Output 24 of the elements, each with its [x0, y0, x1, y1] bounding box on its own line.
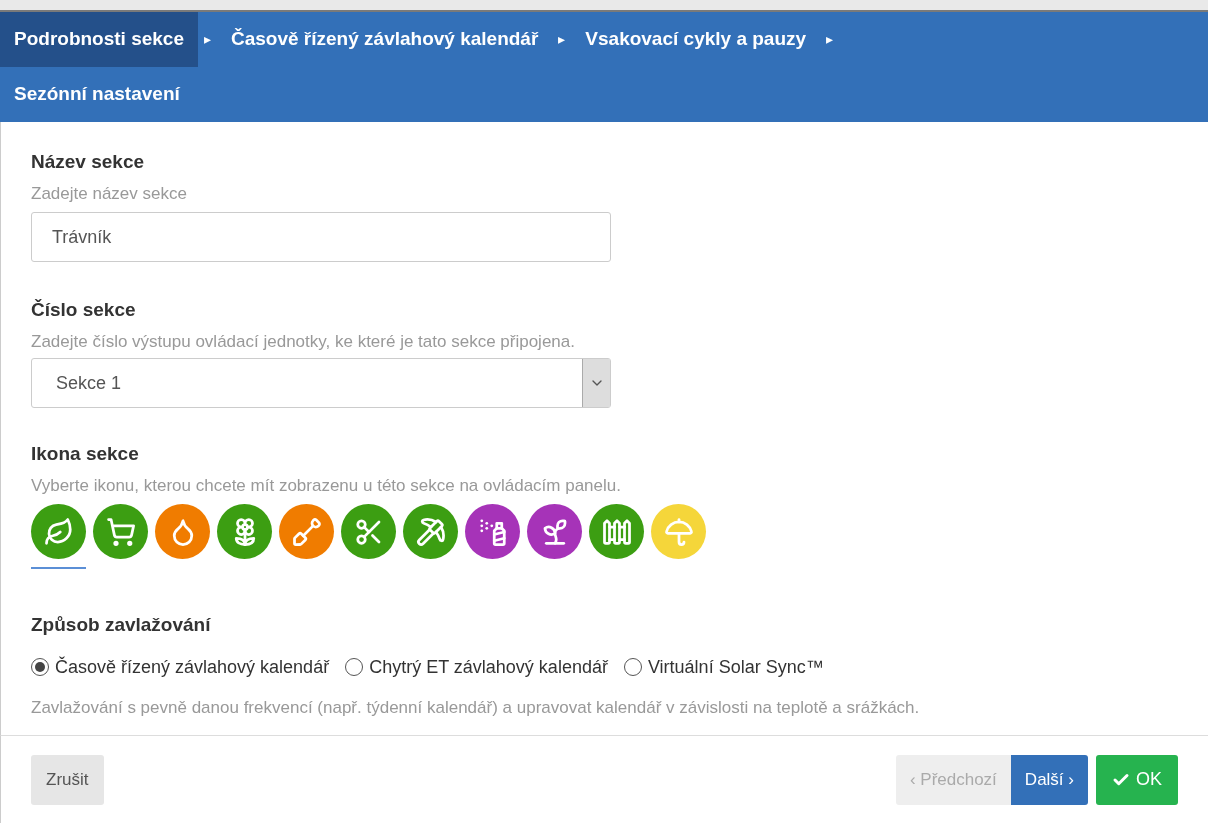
step-tab[interactable]: Sezónní nastavení: [0, 67, 194, 122]
step-arrow: ▸: [557, 30, 567, 49]
field-label: Ikona sekce: [31, 442, 140, 466]
step-arrow: ▸: [203, 30, 212, 49]
help-text: Zadejte název sekce: [31, 182, 188, 205]
chevron-down-icon: [582, 359, 610, 407]
name-input-field[interactable]: Trávník: [31, 212, 611, 262]
step-tab[interactable]: Vsakovací cykly a pauzy: [571, 12, 821, 67]
radio-option[interactable]: Virtuální Solar Sync™: [623, 653, 824, 681]
radio-option[interactable]: Chytrý ET závlahový kalendář: [345, 653, 608, 681]
icon-option[interactable]: [31, 504, 86, 569]
cancel-button[interactable]: Zrušit: [31, 754, 104, 805]
radio-option[interactable]: Časově řízený závlahový kalendář: [31, 653, 330, 681]
help-text: Vyberte ikonu, kterou chcete mít zobrazenu u této sekce na ovládacím panelu.: [31, 474, 622, 497]
field-label: Název sekce: [31, 150, 146, 174]
step-tab[interactable]: Časově řízený závlahový kalendář: [217, 12, 553, 67]
help-text: Zadejte číslo výstupu ovládací jednotky, ke které je tato sekce připojena.: [31, 330, 576, 353]
field-label: Číslo sekce: [31, 298, 137, 322]
description-text: Zavlažování s pevně danou frekvencí (např. týdenní kalendář) a upravovat kalendář v závislosti na teplotě a srážkách.: [31, 696, 921, 719]
section-number-select[interactable]: Sekce 1: [31, 358, 611, 408]
field-label: Způsob zavlažování: [31, 613, 212, 637]
next-button[interactable]: Další ›: [1010, 754, 1088, 805]
step-tab[interactable]: Podrobnosti sekce: [0, 12, 198, 67]
step-arrow: ▸: [825, 30, 835, 49]
